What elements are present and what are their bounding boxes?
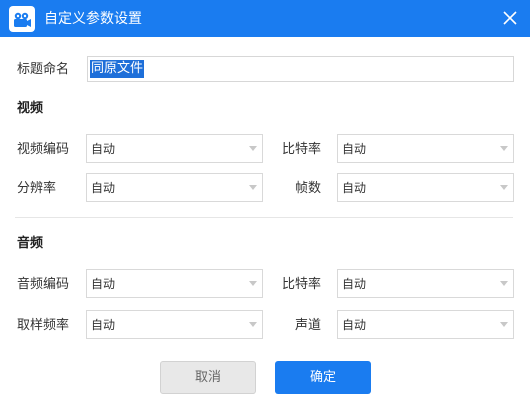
audio-codec-select[interactable]: 自动 [86, 269, 263, 298]
audio-codec-label: 音频编码 [17, 277, 70, 292]
title-name-input[interactable]: 同原文件 [87, 56, 514, 82]
cancel-button[interactable]: 取消 [160, 361, 256, 394]
audio-codec-value: 自动 [91, 277, 116, 291]
window-title: 自定义参数设置 [44, 11, 142, 27]
title-bar: 自定义参数设置 [0, 0, 530, 37]
resolution-select[interactable]: 自动 [86, 173, 263, 202]
video-bitrate-value: 自动 [342, 142, 367, 156]
chevron-down-icon [249, 322, 257, 327]
video-bitrate-select[interactable]: 自动 [337, 134, 514, 163]
samplerate-select[interactable]: 自动 [86, 310, 263, 339]
video-section-title: 视频 [17, 101, 44, 116]
samplerate-label: 取样频率 [17, 318, 70, 333]
audio-section-title: 音频 [17, 236, 44, 251]
samplerate-value: 自动 [91, 318, 116, 332]
audio-bitrate-select[interactable]: 自动 [337, 269, 514, 298]
chevron-down-icon [500, 146, 508, 151]
video-codec-label: 视频编码 [17, 142, 70, 157]
resolution-value: 自动 [91, 181, 116, 195]
channel-value: 自动 [342, 318, 367, 332]
app-camera-icon [9, 6, 35, 32]
chevron-down-icon [249, 281, 257, 286]
fps-label: 帧数 [295, 181, 322, 196]
ok-button[interactable]: 确定 [275, 361, 371, 394]
chevron-down-icon [500, 281, 508, 286]
chevron-down-icon [249, 185, 257, 190]
close-icon[interactable] [502, 10, 518, 26]
fps-select[interactable]: 自动 [337, 173, 514, 202]
video-codec-select[interactable]: 自动 [86, 134, 263, 163]
audio-bitrate-label: 比特率 [282, 277, 322, 292]
resolution-label: 分辨率 [17, 181, 57, 196]
chevron-down-icon [249, 146, 257, 151]
fps-value: 自动 [342, 181, 367, 195]
chevron-down-icon [500, 322, 508, 327]
title-name-value: 同原文件 [90, 60, 145, 78]
channel-label: 声道 [295, 318, 322, 333]
video-bitrate-label: 比特率 [282, 142, 322, 157]
chevron-down-icon [500, 185, 508, 190]
audio-bitrate-value: 自动 [342, 277, 367, 291]
title-name-label: 标题命名 [17, 62, 70, 77]
channel-select[interactable]: 自动 [337, 310, 514, 339]
video-codec-value: 自动 [91, 142, 116, 156]
section-divider [15, 217, 513, 218]
